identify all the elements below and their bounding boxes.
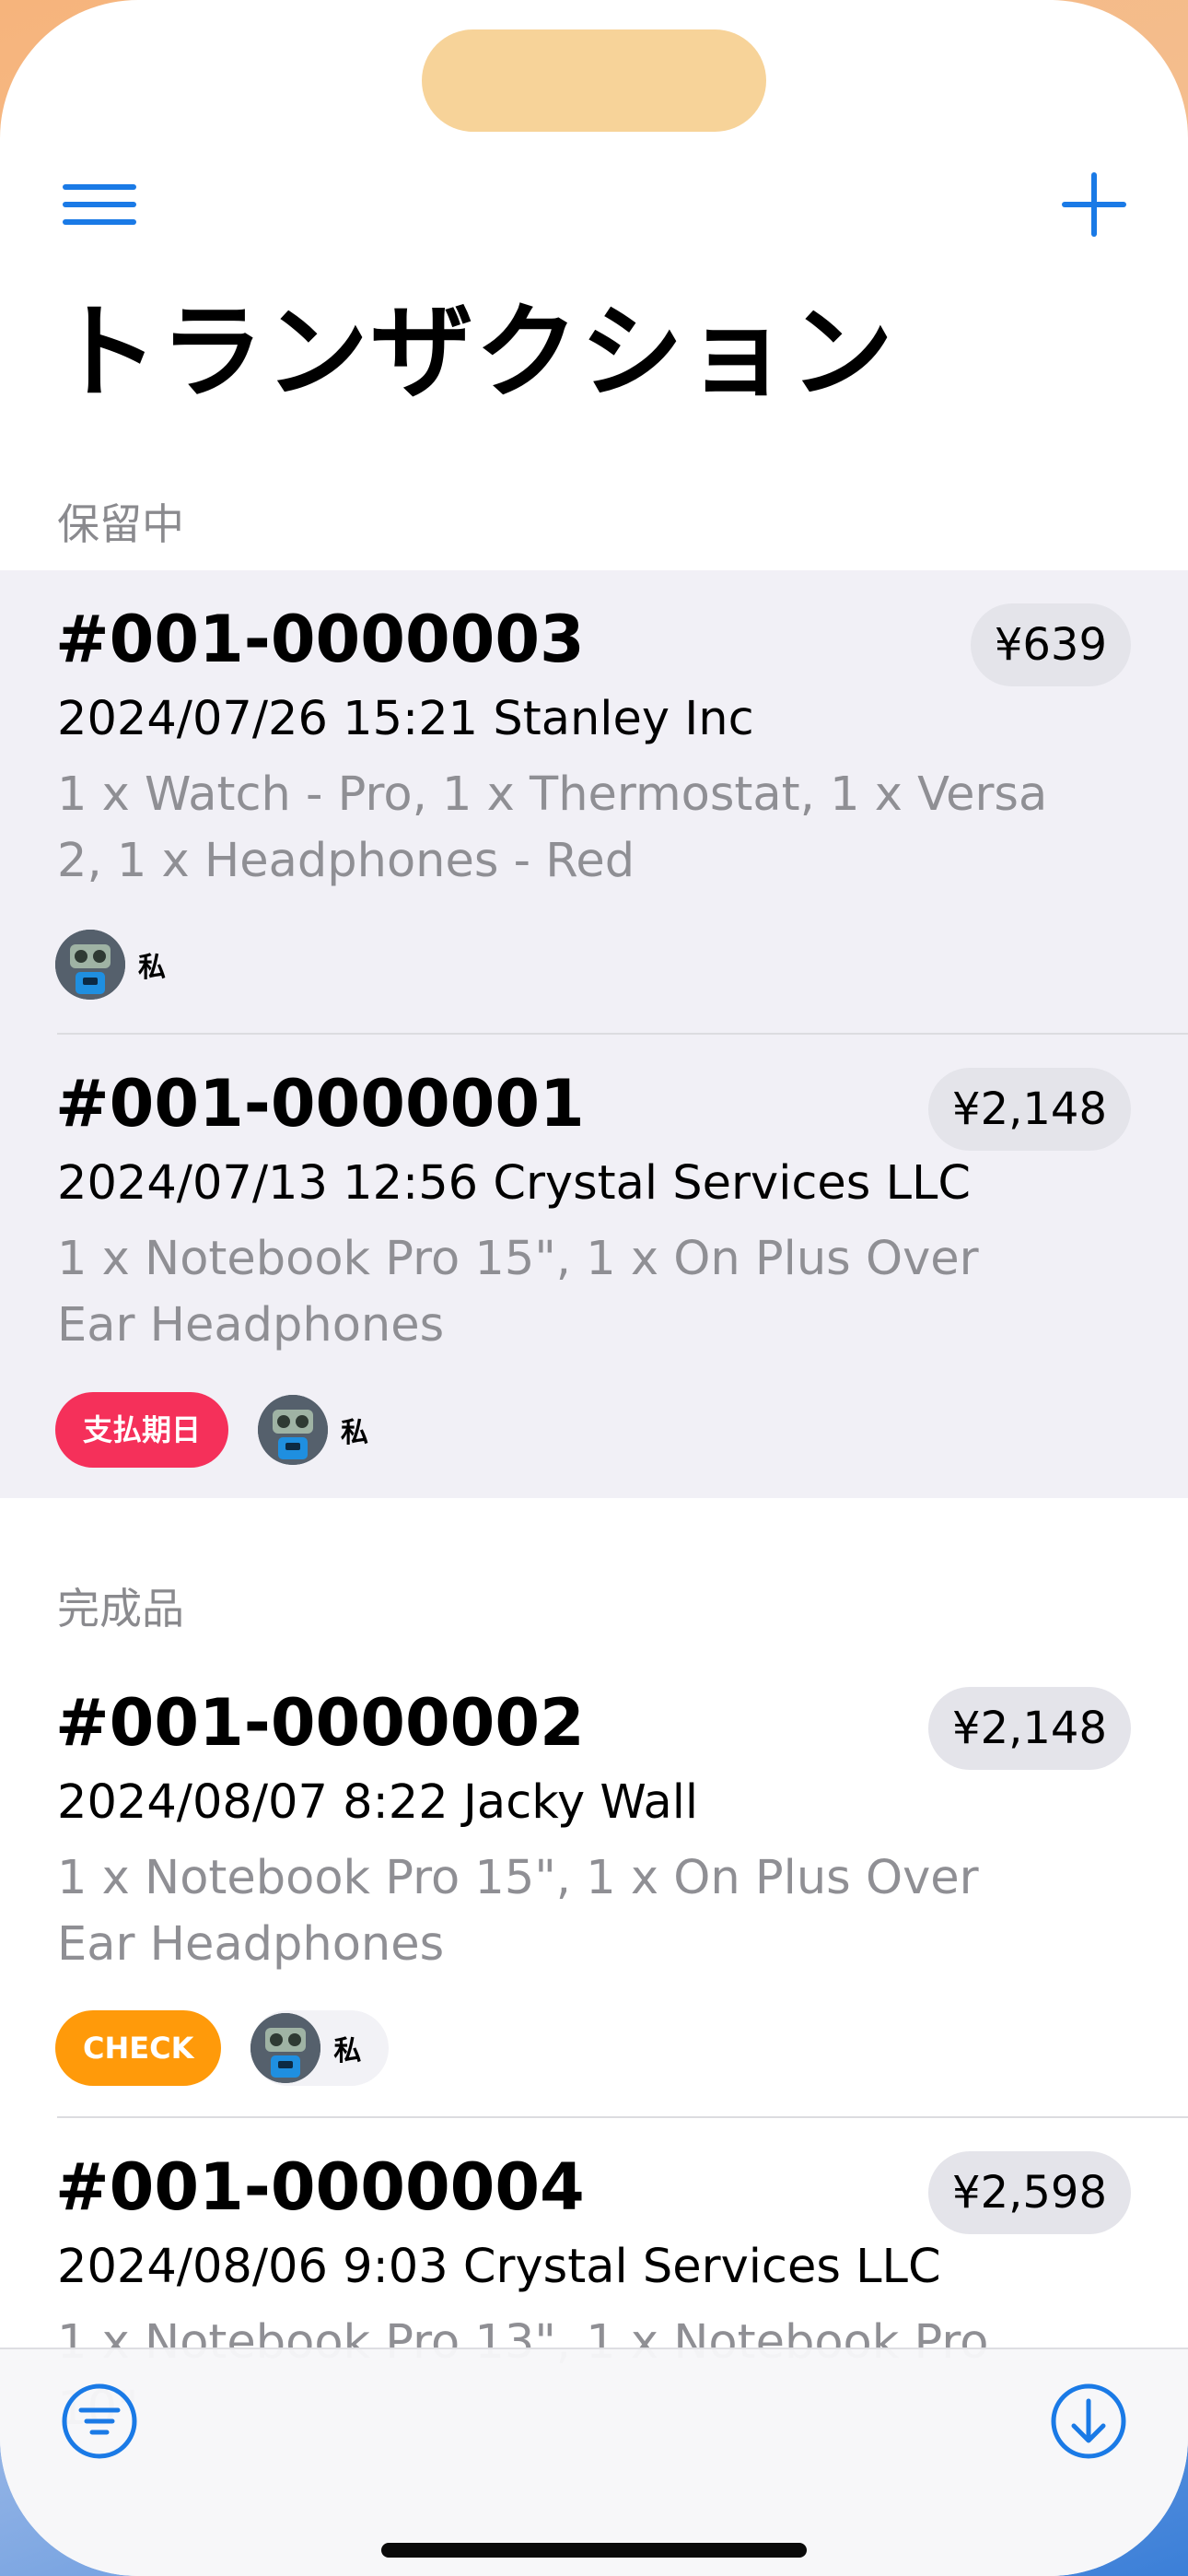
check-tag: CHECK [55,2010,222,2086]
hamburger-menu-icon[interactable] [63,181,140,228]
app-screen: トランザクション 保留中 #001-0000003 ¥639 2024/07/2… [0,0,1188,2576]
dynamic-island [422,29,766,132]
assignee-name: 私 [333,2035,362,2067]
amount-badge: ¥2,598 [928,2151,1131,2234]
section-header-completed: 完成品 [57,1584,184,1633]
robot-avatar [250,2013,321,2083]
transaction-number: #001-0000004 [55,2149,585,2225]
amount-badge: ¥639 [970,603,1131,686]
filter-icon[interactable] [61,2383,138,2460]
transaction-items: 1 x Notebook Pro 15", 1 x On Plus Over E… [57,1232,979,1352]
assignee-name: 私 [138,952,166,984]
transaction-date-customer: 2024/08/07 8:22 Jacky Wall [57,1775,699,1830]
tag-row: 支払期日 私 [55,1392,396,1468]
arrow-down-circle-icon[interactable] [1050,2383,1127,2460]
due-date-tag: 支払期日 [55,1392,229,1468]
assignee: 私 [250,2010,390,2086]
transaction-date-customer: 2024/08/06 9:03 Crystal Services LLC [57,2240,941,2294]
transaction-number: #001-0000001 [55,1066,585,1142]
robot-avatar [55,930,125,1000]
page-title: トランザクション [55,293,895,413]
transaction-row[interactable]: #001-0000003 ¥639 2024/07/26 15:21 Stanl… [0,570,1188,1034]
transaction-items: 1 x Notebook Pro 15", 1 x On Plus Over E… [57,1851,979,1972]
plus-icon[interactable] [1061,171,1127,238]
home-indicator [381,2543,807,2558]
tag-row: 私 [55,927,193,1002]
transaction-items: 1 x Watch - Pro, 1 x Thermostat, 1 x Ver… [57,767,1048,888]
robot-avatar [258,1395,329,1465]
assignee: 私 [55,927,193,1002]
transaction-date-customer: 2024/07/13 12:56 Crystal Services LLC [57,1156,972,1211]
assignee: 私 [258,1392,396,1468]
transaction-row[interactable]: #001-0000002 ¥2,148 2024/08/07 8:22 Jack… [0,1654,1188,2117]
transaction-row[interactable]: #001-0000001 ¥2,148 2024/07/13 12:56 Cry… [0,1035,1188,1498]
transaction-number: #001-0000003 [55,602,585,677]
transaction-number: #001-0000002 [55,1685,585,1761]
section-header-pending: 保留中 [57,499,184,549]
amount-badge: ¥2,148 [928,1068,1131,1151]
transaction-row[interactable]: #001-0000004 ¥2,598 2024/08/06 9:03 Crys… [0,2118,1188,2436]
amount-badge: ¥2,148 [928,1687,1131,1770]
assignee-name: 私 [341,1417,369,1449]
tag-row: CHECK 私 [55,2010,390,2086]
bottom-toolbar [0,2348,1188,2576]
transaction-date-customer: 2024/07/26 15:21 Stanley Inc [57,692,754,746]
